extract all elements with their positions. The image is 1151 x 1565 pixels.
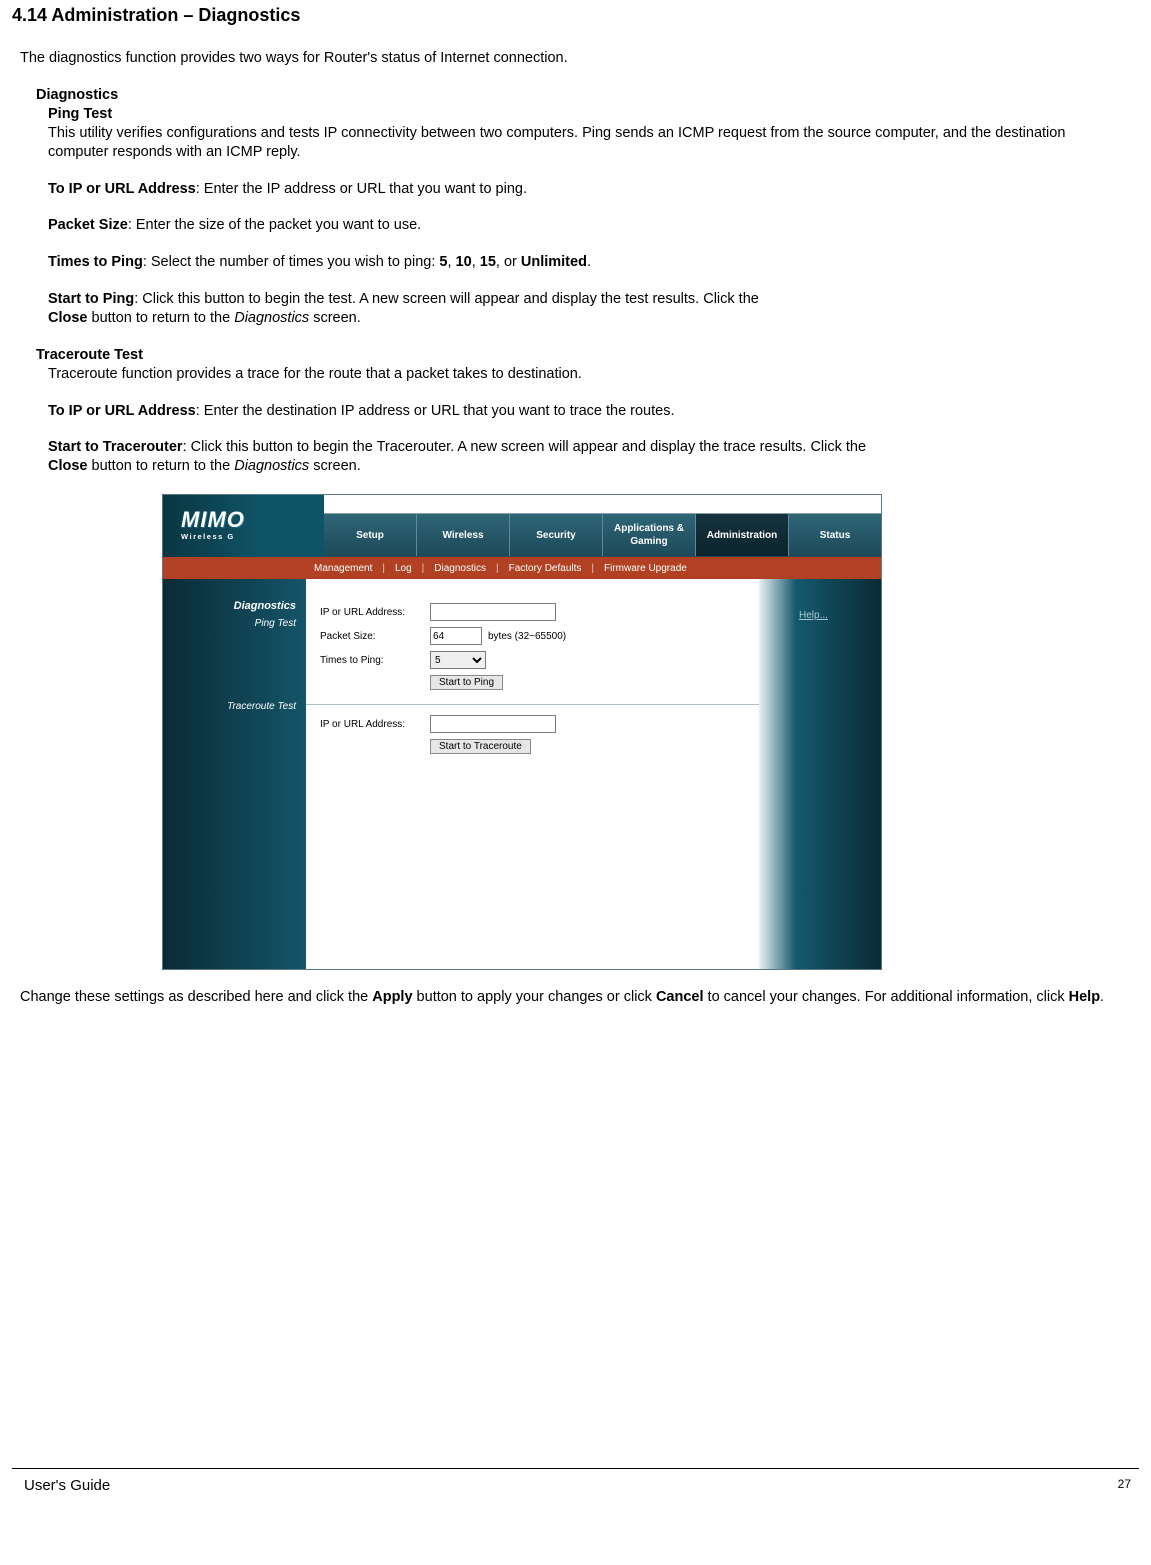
subnav-log[interactable]: Log <box>395 562 412 575</box>
input-ip-address-1[interactable] <box>430 603 556 621</box>
tab-status[interactable]: Status <box>789 514 881 556</box>
side-label-diagnostics: Diagnostics <box>163 599 306 613</box>
side-label-ping-test: Ping Test <box>163 617 306 630</box>
subnav-diagnostics[interactable]: Diagnostics <box>434 562 486 575</box>
traceroute-desc: Traceroute function provides a trace for… <box>48 365 1129 384</box>
ping-test-heading: Ping Test <box>48 105 1139 124</box>
label-packet-suffix: bytes (32~65500) <box>488 630 566 643</box>
footer-separator <box>12 1468 1139 1469</box>
form-divider <box>306 704 759 705</box>
side-label-traceroute-test: Traceroute Test <box>163 700 306 713</box>
router-logo: MIMO Wireless G <box>163 495 324 557</box>
tab-setup[interactable]: Setup <box>324 514 417 556</box>
tab-administration[interactable]: Administration <box>696 514 789 556</box>
start-to-ping-button[interactable]: Start to Ping <box>430 675 503 690</box>
ping-times: Times to Ping: Select the number of time… <box>48 253 1129 272</box>
section-title: 4.14 Administration – Diagnostics <box>12 4 1139 27</box>
ping-start: Start to Ping: Click this button to begi… <box>48 290 1129 328</box>
intro-text: The diagnostics function provides two wa… <box>20 49 1139 68</box>
select-times-to-ping[interactable]: 5 <box>430 651 486 669</box>
start-to-traceroute-button[interactable]: Start to Traceroute <box>430 739 531 754</box>
help-link[interactable]: Help... <box>799 609 881 622</box>
ping-to-ip: To IP or URL Address: Enter the IP addre… <box>48 180 1129 199</box>
subnav-management[interactable]: Management <box>314 562 372 575</box>
subnav-factory-defaults[interactable]: Factory Defaults <box>509 562 582 575</box>
tab-wireless[interactable]: Wireless <box>417 514 510 556</box>
label-ip-address-2: IP or URL Address: <box>320 718 430 731</box>
tab-security[interactable]: Security <box>510 514 603 556</box>
page-number: 27 <box>1118 1477 1131 1493</box>
input-packet-size[interactable] <box>430 627 482 645</box>
ping-test-desc: This utility verifies configurations and… <box>48 124 1129 162</box>
traceroute-heading: Traceroute Test <box>36 346 1139 365</box>
traceroute-start: Start to Tracerouter: Click this button … <box>48 438 1129 476</box>
tab-applications-gaming[interactable]: Applications & Gaming <box>603 514 696 556</box>
traceroute-to-ip: To IP or URL Address: Enter the destinat… <box>48 402 1129 421</box>
label-times-to-ping: Times to Ping: <box>320 654 430 667</box>
subnav-firmware-upgrade[interactable]: Firmware Upgrade <box>604 562 687 575</box>
ping-packet-size: Packet Size: Enter the size of the packe… <box>48 216 1129 235</box>
closing-text: Change these settings as described here … <box>20 988 1131 1007</box>
subnav-bar: Management | Log | Diagnostics | Factory… <box>163 557 881 579</box>
diagnostics-heading: Diagnostics <box>36 86 1139 105</box>
input-ip-address-2[interactable] <box>430 715 556 733</box>
label-packet-size: Packet Size: <box>320 630 430 643</box>
footer-title: User's Guide <box>24 1476 110 1496</box>
label-ip-address-1: IP or URL Address: <box>320 606 430 619</box>
router-ui-screenshot: MIMO Wireless G Setup Wireless Security … <box>162 494 880 970</box>
